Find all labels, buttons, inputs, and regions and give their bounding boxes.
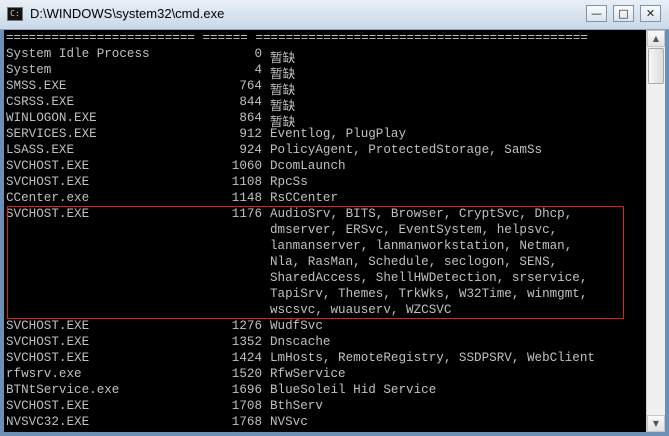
process-row: SERVICES.EXE 912 Eventlog, PlugPlay xyxy=(6,127,588,143)
process-services: AudioSrv, BITS, Browser, CryptSvc, Dhcp, xyxy=(270,207,573,221)
process-row: System 4 暂缺 xyxy=(6,63,588,81)
process-services: lanmanserver, lanmanworkstation, Netman, xyxy=(270,239,573,253)
process-pid: 1352 xyxy=(231,335,262,349)
process-row: BTNtService.exe 1696 BlueSoleil Hid Servic… xyxy=(6,383,588,399)
process-row: rfwsrv.exe 1520 RfwService xyxy=(6,367,588,383)
process-pid: 1176 xyxy=(231,207,262,221)
process-services: BlueSoleil Hid Service xyxy=(270,383,437,397)
cmd-icon[interactable]: C: xyxy=(7,7,23,21)
process-pid: 1276 xyxy=(231,319,262,333)
process-pid: 1520 xyxy=(231,367,262,381)
process-services: dmserver, ERSvc, EventSystem, helpsvc, xyxy=(270,223,558,237)
process-services: LmHosts, RemoteRegistry, SSDPSRV, WebCli… xyxy=(270,351,595,365)
process-row: System Idle Process 0 暂缺 xyxy=(6,47,588,65)
process-services: DcomLaunch xyxy=(270,159,346,173)
process-row: LSASS.EXE 924 PolicyAgent, ProtectedStorag… xyxy=(6,143,588,159)
process-pid: 1424 xyxy=(231,351,262,365)
process-row: SMSS.EXE 764 暂缺 xyxy=(6,79,588,97)
scroll-down-icon[interactable]: ▼ xyxy=(647,415,665,432)
separator-line: ========================= ====== =======… xyxy=(6,31,588,45)
process-services: RpcSs xyxy=(270,175,308,189)
process-pid: 1148 xyxy=(231,191,262,205)
process-pid: 844 xyxy=(239,95,262,109)
process-pid: 1060 xyxy=(231,159,262,173)
process-pid: 4 xyxy=(254,63,262,77)
process-row: CSRSS.EXE 844 暂缺 xyxy=(6,95,588,113)
window-title: D:\WINDOWS\system32\cmd.exe xyxy=(30,6,225,21)
process-row: SVCHOST.EXE 1708 BthServ xyxy=(6,399,588,415)
process-services: RfwService xyxy=(270,367,346,381)
process-services: PolicyAgent, ProtectedStorage, SamSs xyxy=(270,143,543,157)
process-row: SharedAccess, ShellHWDetection, srservic… xyxy=(6,271,588,287)
vertical-scrollbar[interactable]: ▲ ▼ xyxy=(646,30,665,432)
process-services: BthServ xyxy=(270,399,323,413)
title-bar[interactable]: C: D:\WINDOWS\system32\cmd.exe — □ ✕ xyxy=(0,0,669,30)
process-row: TapiSrv, Themes, TrkWks, W32Time, winmgm… xyxy=(6,287,588,303)
process-services: Eventlog, PlugPlay xyxy=(270,127,407,141)
process-services: TapiSrv, Themes, TrkWks, W32Time, winmgm… xyxy=(270,287,588,301)
process-pid: 864 xyxy=(239,111,262,125)
process-services: Dnscache xyxy=(270,335,331,349)
process-pid: 924 xyxy=(239,143,262,157)
process-pid: 1708 xyxy=(231,399,262,413)
process-row: SVCHOST.EXE 1060 DcomLaunch xyxy=(6,159,588,175)
process-pid: 1768 xyxy=(231,415,262,429)
process-services: wscsvc, wuauserv, WZCSVC xyxy=(270,303,452,317)
process-pid: 1108 xyxy=(231,175,262,189)
close-button[interactable]: ✕ xyxy=(640,5,661,22)
process-services: Nla, RasMan, Schedule, seclogon, SENS, xyxy=(270,255,558,269)
process-services: SharedAccess, ShellHWDetection, srservic… xyxy=(270,271,588,285)
process-row: wscsvc, wuauserv, WZCSVC xyxy=(6,303,588,319)
process-row: dmserver, ERSvc, EventSystem, helpsvc, xyxy=(6,223,588,239)
process-services: RsCCenter xyxy=(270,191,339,205)
process-services: NVSvc xyxy=(270,415,308,429)
process-row: SVCHOST.EXE 1176 AudioSrv, BITS, Browser, … xyxy=(6,207,588,223)
process-row: SVCHOST.EXE 1108 RpcSs xyxy=(6,175,588,191)
process-services: WudfSvc xyxy=(270,319,323,333)
process-pid: 0 xyxy=(254,47,262,61)
minimize-button[interactable]: — xyxy=(586,5,607,22)
scroll-thumb[interactable] xyxy=(648,48,664,84)
process-row: lanmanserver, lanmanworkstation, Netman, xyxy=(6,239,588,255)
maximize-button[interactable]: □ xyxy=(613,5,634,22)
process-row: SVCHOST.EXE 1352 Dnscache xyxy=(6,335,588,351)
process-pid: 1696 xyxy=(231,383,262,397)
window-controls: — □ ✕ xyxy=(586,5,661,22)
console-lines: ========================= ====== =======… xyxy=(6,31,595,431)
cmd-window: C: D:\WINDOWS\system32\cmd.exe — □ ✕ ===… xyxy=(0,0,669,436)
process-row: WINLOGON.EXE 864 暂缺 xyxy=(6,111,588,129)
process-row: Nla, RasMan, Schedule, seclogon, SENS, xyxy=(6,255,588,271)
process-row: SVCHOST.EXE 1424 LmHosts, RemoteRegistry, … xyxy=(6,351,595,367)
process-pid: 912 xyxy=(239,127,262,141)
console-output[interactable]: ========================= ====== =======… xyxy=(4,30,646,432)
process-row: NVSVC32.EXE 1768 NVSvc xyxy=(6,415,588,431)
process-row: CCenter.exe 1148 RsCCenter xyxy=(6,191,588,207)
process-row: SVCHOST.EXE 1276 WudfSvc xyxy=(6,319,588,335)
process-pid: 764 xyxy=(239,79,262,93)
scroll-up-icon[interactable]: ▲ xyxy=(647,30,665,47)
